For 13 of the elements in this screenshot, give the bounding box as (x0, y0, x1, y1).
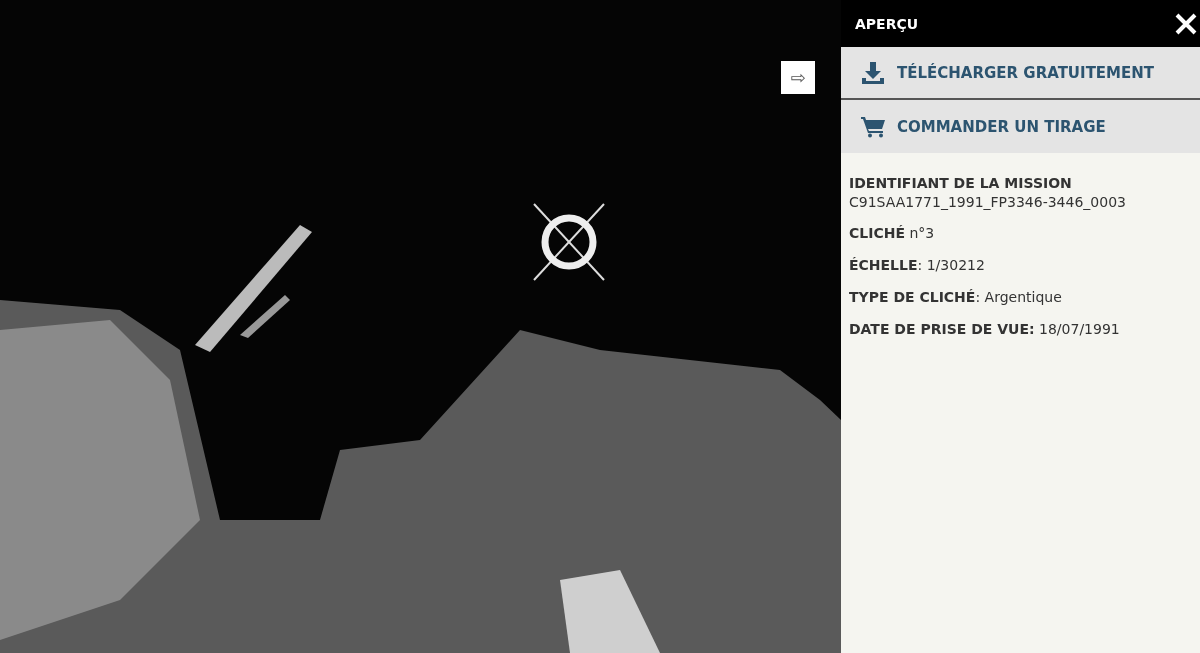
detail-text: TYPE DE CLICHÉ: Argentique (849, 289, 1063, 305)
expand-button[interactable]: ⇨ (781, 61, 815, 94)
crosshair-icon (530, 202, 608, 282)
detail-text: ÉCHELLE: 1/30212 (849, 257, 986, 273)
download-button[interactable]: TÉLÉCHARGER GRATUITEMENT (841, 47, 1200, 100)
cart-icon (861, 115, 885, 138)
mission-label: IDENTIFIANT DE LA MISSION (849, 175, 1073, 191)
mission-value: C91SAA1771_1991_FP3346-3446_0003 (849, 194, 1127, 210)
download-icon (861, 60, 885, 85)
detail-text: CLICHÉ n°3 (849, 225, 936, 241)
order-print-button[interactable]: COMMANDER UN TIRAGE (841, 100, 1200, 153)
panel-title: APERÇU (855, 15, 919, 32)
detail-text: DATE DE PRISE DE VUE: 18/07/1991 (849, 321, 1121, 337)
